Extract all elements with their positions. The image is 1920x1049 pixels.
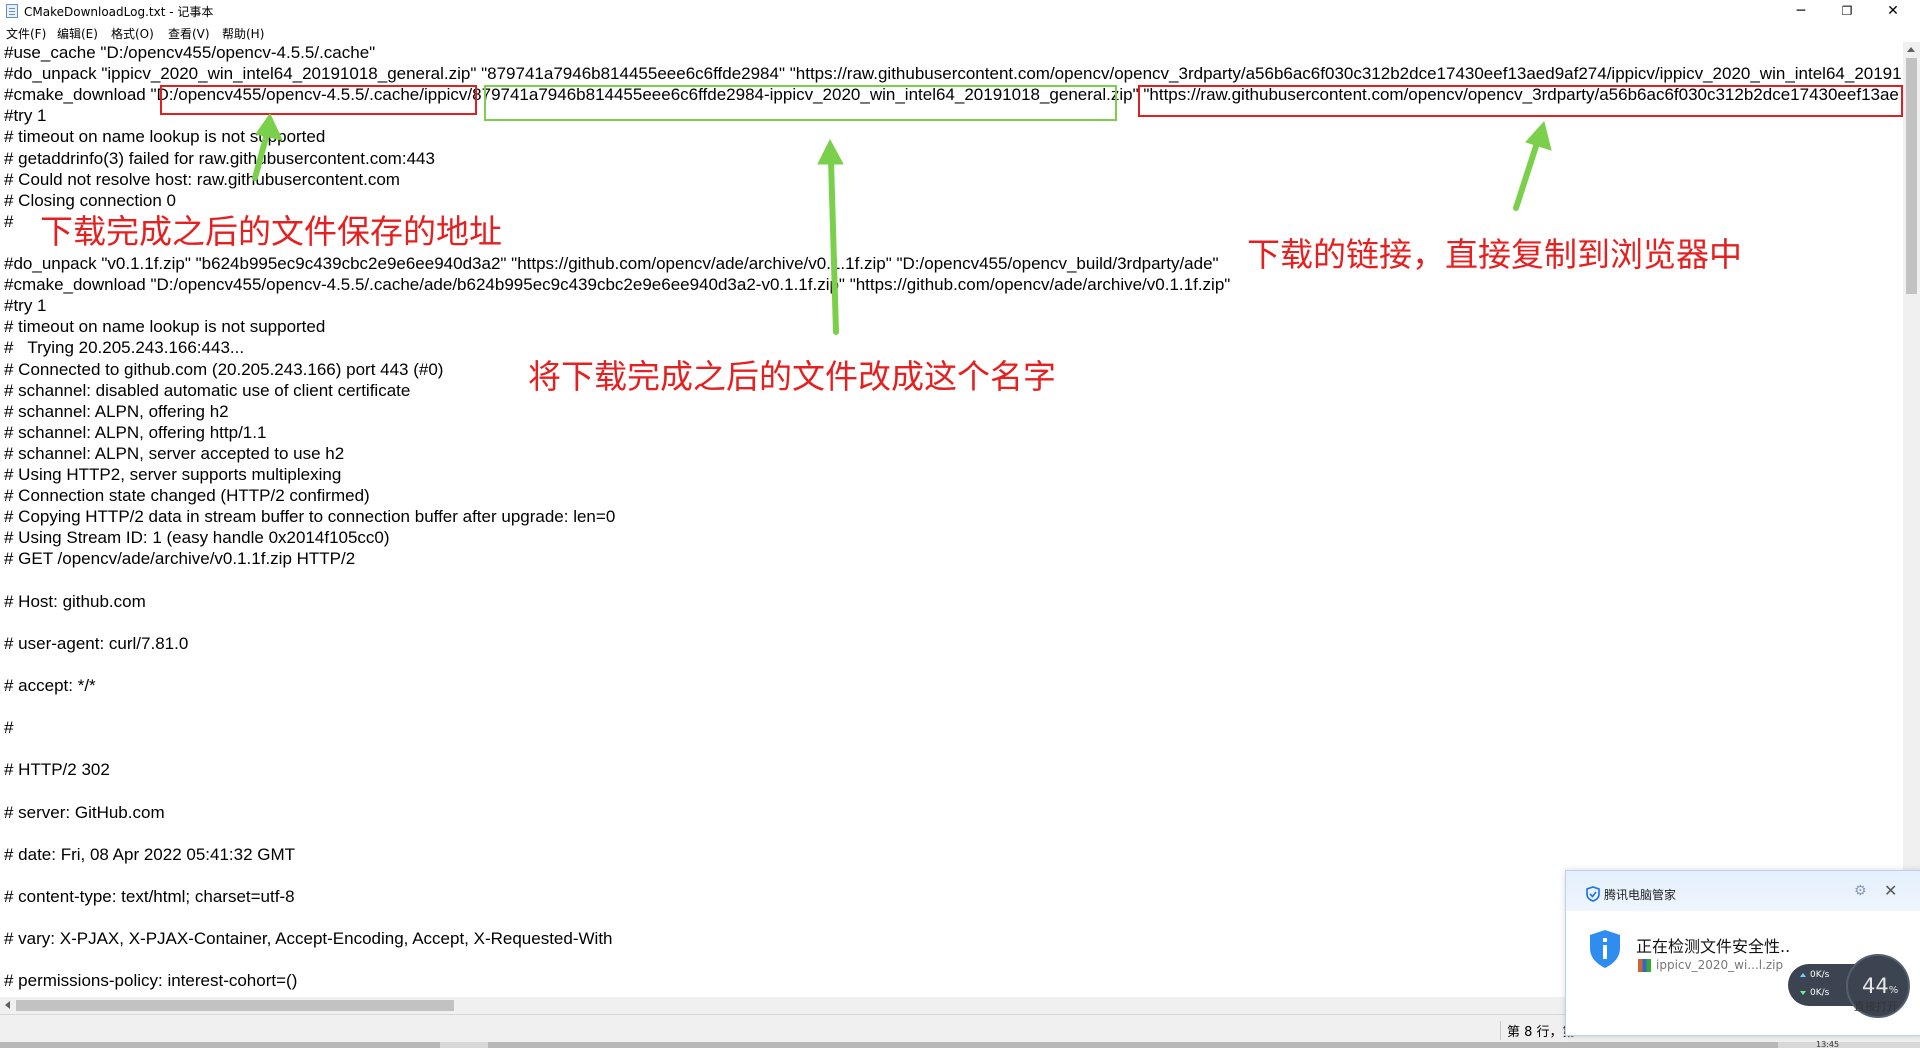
text-line: # Using Stream ID: 1 (easy handle 0x2014… bbox=[4, 528, 390, 548]
menu-help[interactable]: 帮助(H) bbox=[222, 25, 264, 42]
text-line: #cmake_download "D:/opencv455/opencv-4.5… bbox=[4, 275, 1231, 295]
minimize-button[interactable]: ─ bbox=[1778, 0, 1824, 22]
text-line: # date: Fri, 08 Apr 2022 05:41:32 GMT bbox=[4, 844, 296, 864]
window-title: CMakeDownloadLog.txt - 记事本 bbox=[24, 5, 214, 19]
text-line: # getaddrinfo(3) failed for raw.githubus… bbox=[4, 148, 435, 168]
text-line: # Copying HTTP/2 data in stream buffer t… bbox=[4, 507, 616, 527]
download-speed: 0K/s bbox=[1810, 988, 1830, 998]
text-line: # Trying 20.205.243.166:443... bbox=[4, 338, 245, 358]
scroll-left-icon[interactable] bbox=[5, 1001, 10, 1009]
popup-status-text: 正在检测文件安全性.. bbox=[1636, 937, 1791, 956]
restore-button[interactable]: ❐ bbox=[1824, 0, 1870, 22]
horizontal-scroll-thumb[interactable] bbox=[16, 1000, 454, 1011]
title-bar: CMakeDownloadLog.txt - 记事本 ─ ❐ ✕ bbox=[0, 0, 1920, 22]
text-line: #use_cache "D:/opencv455/opencv-4.5.5/.c… bbox=[4, 43, 376, 62]
text-line: # timeout on name lookup is not supporte… bbox=[4, 127, 326, 147]
close-button[interactable]: ✕ bbox=[1870, 0, 1916, 22]
text-line: #do_unpack "v0.1.1f.zip" "b624b995ec9c43… bbox=[4, 254, 1219, 273]
download-arrow-icon bbox=[1800, 991, 1806, 995]
text-line: # HTTP/2 302 bbox=[4, 760, 110, 780]
text-line: # schannel: ALPN, offering http/1.1 bbox=[4, 422, 267, 442]
gear-icon[interactable]: ⚙ bbox=[1854, 883, 1867, 899]
text-line: # schannel: ALPN, offering h2 bbox=[4, 401, 229, 421]
text-line: # Host: github.com bbox=[4, 591, 146, 611]
popup-close-icon[interactable]: ✕ bbox=[1884, 881, 1897, 900]
text-line: # content-type: text/html; charset=utf-8 bbox=[4, 887, 295, 906]
text-line: #do_unpack "ippicv_2020_win_intel64_2019… bbox=[4, 64, 1902, 84]
text-line: #try 1 bbox=[4, 106, 47, 126]
popup-brand: 腾讯电脑管家 bbox=[1604, 888, 1677, 902]
text-line: # bbox=[4, 211, 14, 231]
text-line: # vary: X-PJAX, X-PJAX-Container, Accept… bbox=[4, 929, 613, 949]
text-line: # schannel: ALPN, server accepted to use… bbox=[4, 443, 345, 463]
shield-icon bbox=[1586, 886, 1600, 902]
taskbar-segment[interactable] bbox=[0, 1042, 440, 1048]
info-shield-icon bbox=[1590, 930, 1620, 968]
filename-highlight-box bbox=[484, 85, 1117, 121]
text-line: # schannel: disabled automatic use of cl… bbox=[4, 380, 411, 400]
taskbar bbox=[0, 1042, 1920, 1048]
taskbar-segment[interactable] bbox=[488, 1042, 1778, 1048]
text-editor[interactable]: #use_cache "D:/opencv455/opencv-4.5.5/.c… bbox=[0, 42, 1902, 997]
download-link-annotation: 下载的链接，直接复制到浏览器中 bbox=[1247, 235, 1742, 274]
save-path-highlight-box bbox=[160, 85, 477, 115]
popup-file-name: ippicv_2020_wi...l.zip bbox=[1656, 958, 1784, 972]
download-link-highlight-box bbox=[1138, 85, 1903, 117]
text-line: # accept: */* bbox=[4, 676, 96, 695]
menu-file[interactable]: 文件(F) bbox=[6, 25, 46, 42]
text-line: # permissions-policy: interest-cohort=() bbox=[4, 971, 298, 991]
zip-file-icon bbox=[1638, 959, 1651, 972]
text-line: #try 1 bbox=[4, 296, 47, 316]
menu-format[interactable]: 格式(O) bbox=[111, 25, 154, 42]
text-line: # Could not resolve host: raw.githubuser… bbox=[4, 169, 400, 189]
text-line: # bbox=[4, 718, 14, 738]
text-line: # GET /opencv/ade/archive/v0.1.1f.zip HT… bbox=[4, 549, 356, 569]
upload-speed: 0K/s bbox=[1810, 970, 1830, 980]
text-line: # timeout on name lookup is not supporte… bbox=[4, 317, 326, 337]
text-line: # user-agent: curl/7.81.0 bbox=[4, 633, 189, 653]
text-line: # Connected to github.com (20.205.243.16… bbox=[4, 359, 444, 379]
scroll-up-icon[interactable] bbox=[1907, 47, 1915, 52]
rename-annotation: 将下载完成之后的文件改成这个名字 bbox=[528, 357, 1056, 396]
text-line: # Using HTTP2, server supports multiplex… bbox=[4, 465, 342, 484]
menu-edit[interactable]: 编辑(E) bbox=[57, 25, 98, 42]
text-line: # server: GitHub.com bbox=[4, 802, 165, 822]
notepad-icon bbox=[6, 4, 18, 18]
popup-header: 腾讯电脑管家 ⚙ ✕ bbox=[1566, 871, 1920, 911]
open-directly-button[interactable]: 直接打开 bbox=[1854, 998, 1898, 1014]
save-path-annotation: 下载完成之后的文件保存的地址 bbox=[40, 212, 502, 251]
menu-bar: 文件(F) 编辑(E) 格式(O) 查看(V) 帮助(H) bbox=[0, 22, 1920, 42]
upload-arrow-icon bbox=[1800, 973, 1806, 977]
vertical-scroll-thumb[interactable] bbox=[1906, 58, 1917, 294]
text-line: # Connection state changed (HTTP/2 confi… bbox=[4, 486, 370, 506]
vertical-scrollbar[interactable] bbox=[1903, 42, 1920, 997]
menu-view[interactable]: 查看(V) bbox=[168, 25, 210, 42]
memory-usage-percent: 44% bbox=[1862, 974, 1899, 998]
